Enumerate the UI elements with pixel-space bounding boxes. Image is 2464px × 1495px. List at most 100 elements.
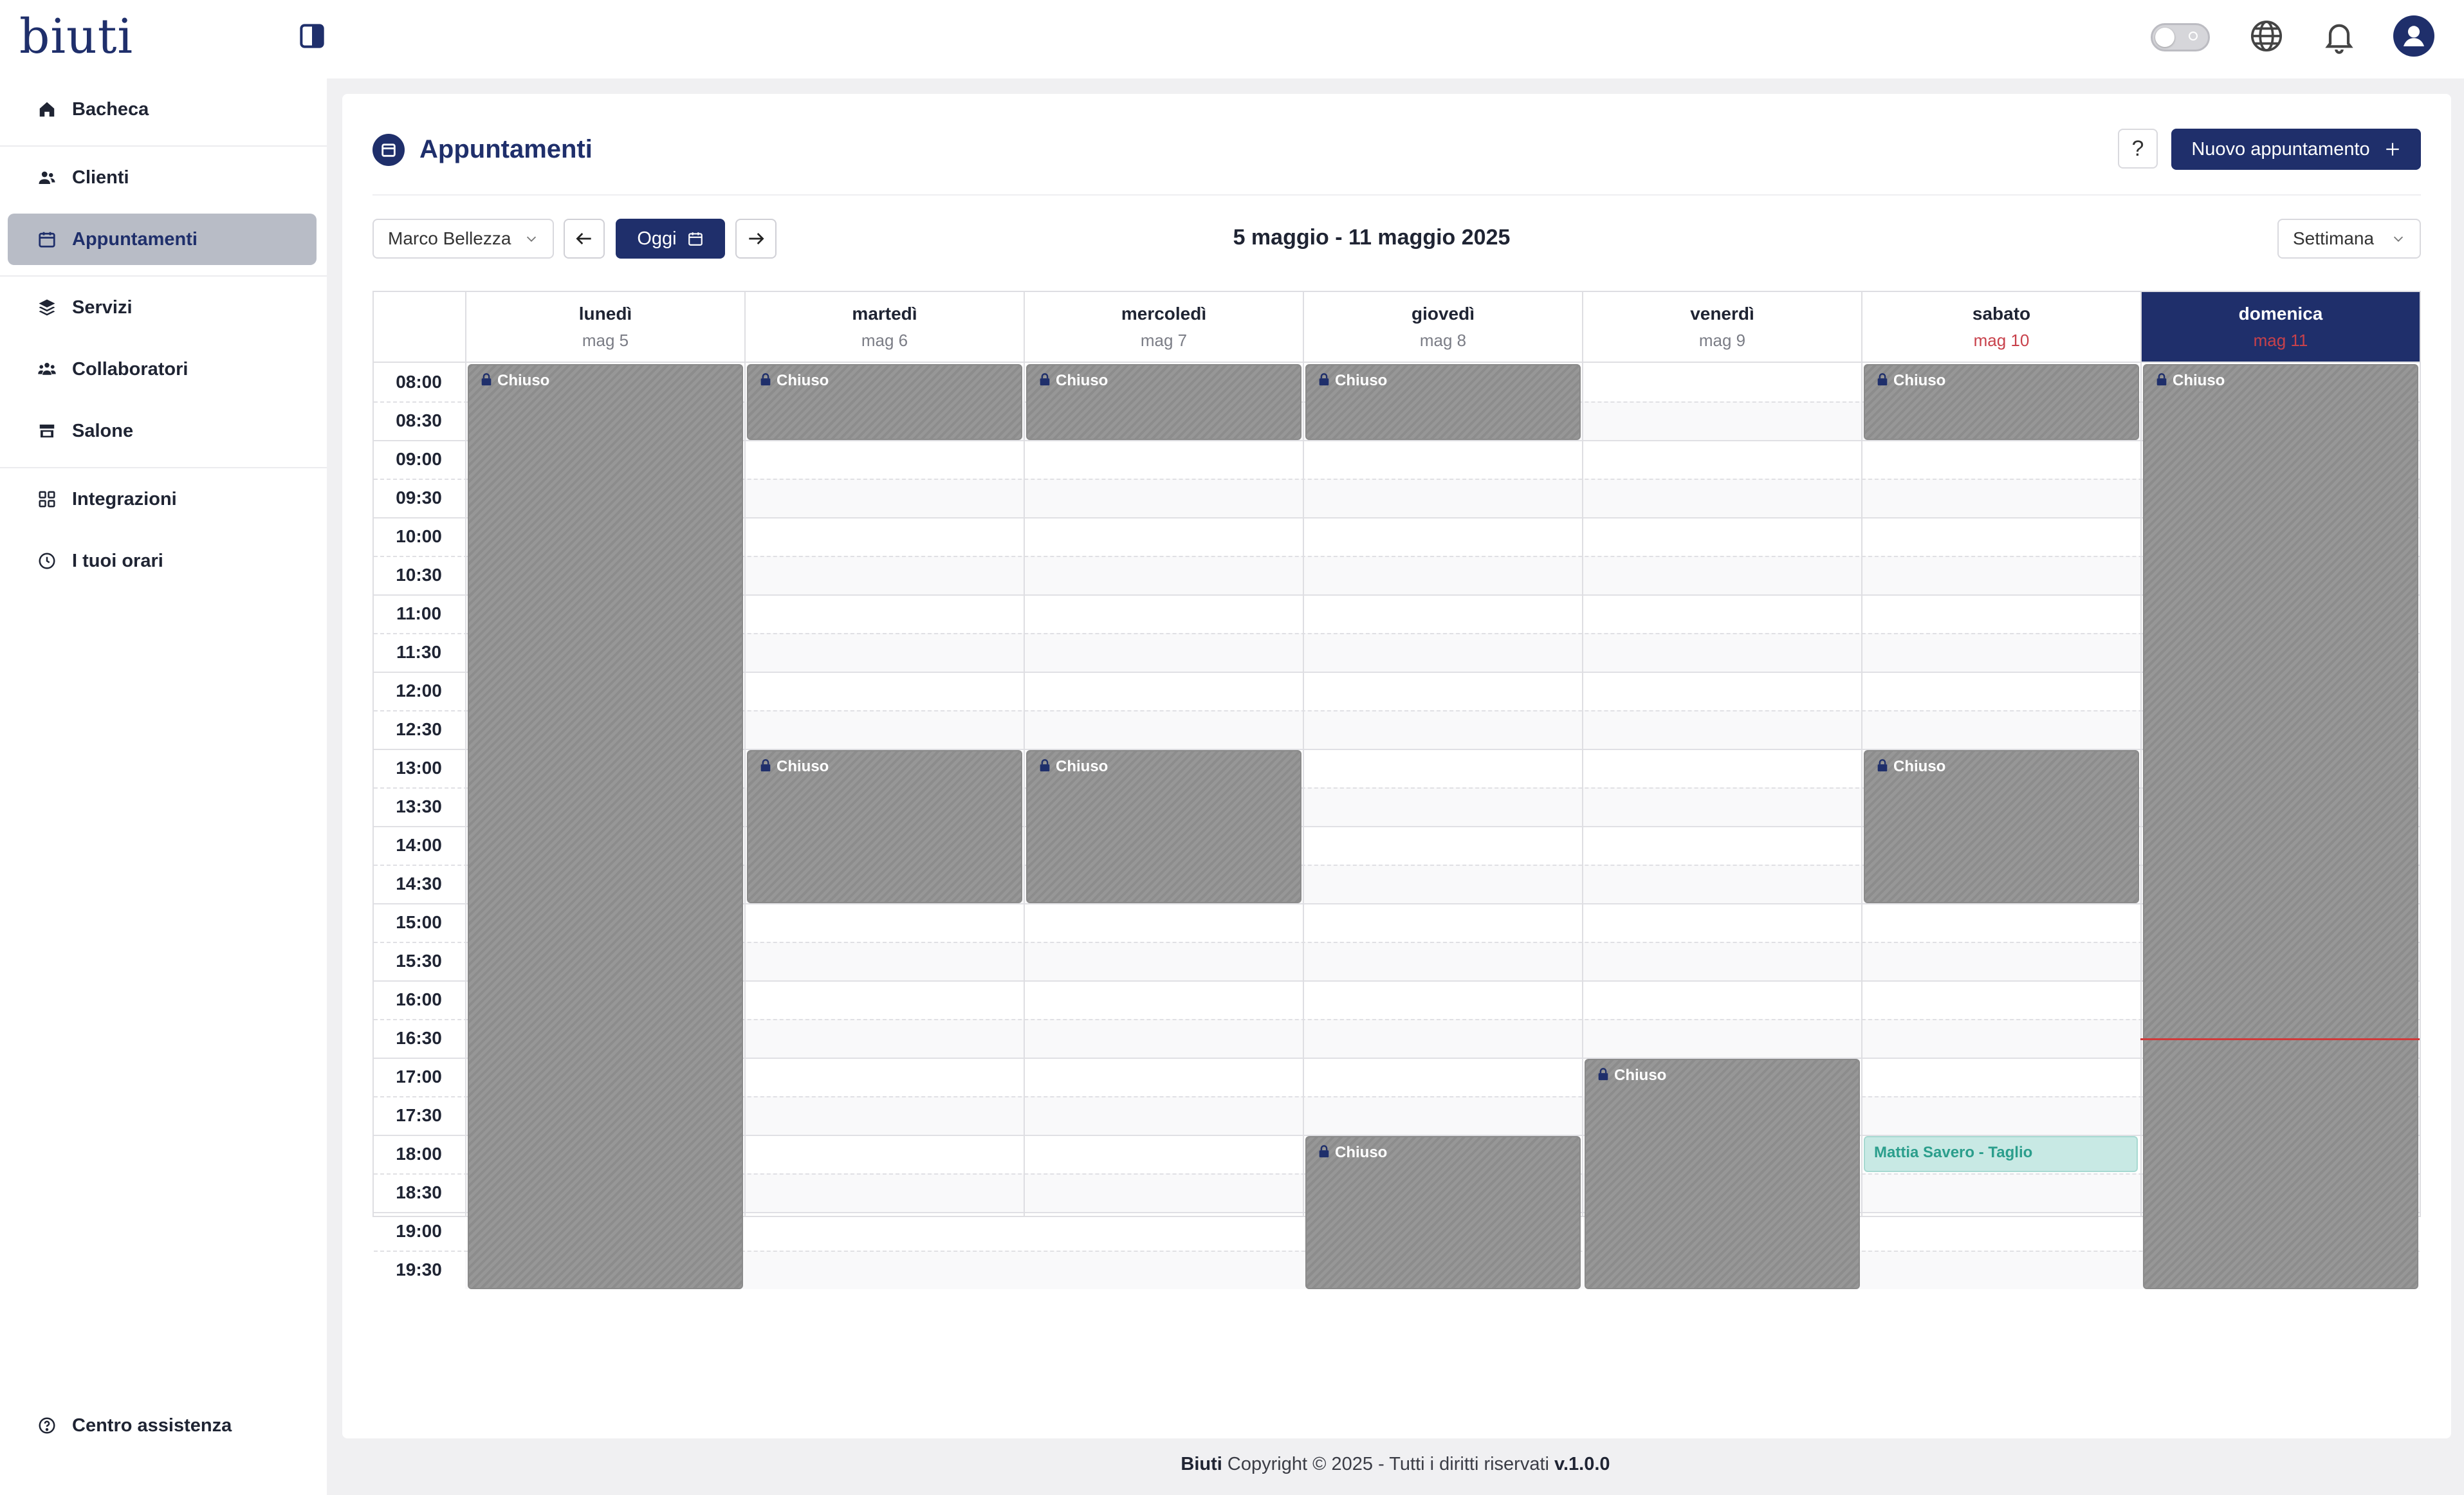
closed-label: Chiuso — [1335, 1144, 1388, 1161]
time-label: 16:30 — [396, 1028, 442, 1048]
closed-block[interactable]: Chiuso — [1305, 1136, 1581, 1289]
closed-block[interactable]: Chiuso — [747, 364, 1022, 440]
time-label: 11:30 — [396, 642, 442, 662]
time-label: 13:00 — [396, 758, 442, 778]
time-label: 18:30 — [396, 1182, 442, 1202]
header-divider — [372, 194, 2421, 196]
sidebar-item-servizi[interactable]: Servizi — [8, 282, 317, 333]
day-header: sabato mag 10 — [1862, 292, 2140, 363]
time-label: 14:30 — [396, 874, 442, 894]
layers-icon — [39, 299, 55, 316]
time-label: 12:00 — [396, 681, 442, 701]
sidebar-item-orari[interactable]: I tuoi orari — [8, 535, 317, 587]
lock-icon — [760, 373, 771, 386]
time-label: 10:30 — [396, 565, 442, 585]
day-date: mag 10 — [1973, 331, 2030, 350]
view-select[interactable]: Settimana — [2277, 219, 2421, 259]
time-column: 08:00 08:30 09:00 09:30 10:00 10:30 11:00 11:30… — [374, 292, 465, 1279]
time-label: 09:30 — [396, 488, 442, 508]
closed-label: Chiuso — [1893, 758, 1946, 775]
user-icon — [2404, 26, 2424, 46]
lock-icon — [1877, 759, 1888, 772]
lock-icon — [1319, 1145, 1329, 1158]
day-name: venerdì — [1690, 304, 1754, 324]
app-logo[interactable]: biuti — [19, 9, 133, 64]
lock-icon — [760, 759, 771, 772]
sidebar: Bacheca Clienti Appuntamenti Servizi Col… — [0, 78, 327, 1495]
time-label: 08:00 — [396, 372, 442, 392]
appointment-event[interactable]: Mattia Savero - Taglio — [1864, 1136, 2138, 1172]
calendar-icon — [382, 143, 396, 157]
appointments-card: Appuntamenti ? Nuovo appuntamento Marco … — [342, 94, 2451, 1438]
plus-icon — [2386, 143, 2399, 156]
arrow-left-icon — [576, 233, 591, 244]
closed-label: Chiuso — [1614, 1067, 1667, 1084]
sidebar-item-collaboratori[interactable]: Collaboratori — [8, 344, 317, 395]
next-week-button[interactable] — [735, 219, 777, 259]
footer-copyright: Copyright © 2025 - Tutti i diritti riser… — [1222, 1454, 1555, 1474]
footer-brand: Biuti — [1181, 1454, 1222, 1474]
closed-block[interactable]: Chiuso — [747, 750, 1022, 903]
prev-week-button[interactable] — [564, 219, 605, 259]
grid-icon — [39, 491, 55, 508]
closed-block[interactable]: Chiuso — [1585, 1059, 1860, 1289]
time-label: 17:30 — [396, 1105, 442, 1125]
theme-toggle[interactable] — [2151, 23, 2210, 51]
lock-icon — [1598, 1068, 1608, 1081]
closed-block[interactable]: Chiuso — [2143, 364, 2418, 1289]
sidebar-item-clienti[interactable]: Clienti — [8, 152, 317, 203]
store-icon — [39, 425, 55, 437]
time-header-corner — [374, 292, 465, 363]
calendar-icon — [39, 232, 55, 248]
staff-select[interactable]: Marco Bellezza — [372, 219, 554, 259]
time-label: 12:30 — [396, 719, 442, 739]
sidebar-item-salone[interactable]: Salone — [8, 405, 317, 457]
closed-block[interactable]: Chiuso — [1026, 750, 1301, 903]
day-name: sabato — [1972, 304, 2031, 324]
time-label: 08:30 — [396, 410, 442, 430]
time-label: 10:00 — [396, 526, 442, 546]
sidebar-item-appuntamenti[interactable]: Appuntamenti — [8, 214, 317, 265]
closed-label: Chiuso — [777, 372, 829, 389]
closed-block[interactable]: Chiuso — [1305, 364, 1581, 440]
day-date: mag 8 — [1419, 331, 1467, 350]
sidebar-item-bacheca[interactable]: Bacheca — [8, 84, 317, 135]
day-header: mercoledì mag 7 — [1025, 292, 1303, 363]
lock-icon — [1040, 759, 1050, 772]
sidebar-item-integrazioni[interactable]: Integrazioni — [8, 473, 317, 525]
sidebar-divider — [0, 275, 327, 277]
closed-block[interactable]: Chiuso — [468, 364, 743, 1289]
sidebar-divider — [0, 467, 327, 468]
time-label: 11:00 — [396, 603, 442, 623]
lock-icon — [1319, 373, 1329, 386]
lock-icon — [2156, 373, 2167, 386]
globe-icon[interactable] — [2248, 18, 2285, 54]
closed-block[interactable]: Chiuso — [1026, 364, 1301, 440]
time-label: 15:00 — [396, 912, 442, 932]
chevron-down-icon — [2393, 236, 2404, 242]
closed-block[interactable]: Chiuso — [1864, 750, 2139, 903]
closed-label: Chiuso — [497, 372, 550, 389]
sidebar-toggle-icon[interactable] — [299, 23, 325, 49]
top-bar: biuti — [0, 0, 2464, 78]
closed-label: Chiuso — [1056, 372, 1108, 389]
day-header: venerdì mag 9 — [1583, 292, 1861, 363]
day-header: martedì mag 6 — [746, 292, 1024, 363]
new-appointment-button[interactable]: Nuovo appuntamento — [2171, 129, 2421, 170]
closed-label: Chiuso — [777, 758, 829, 775]
time-label: 13:30 — [396, 796, 442, 816]
team-icon — [38, 363, 56, 375]
day-header: giovedì mag 8 — [1304, 292, 1582, 363]
day-header: domenica mag 11 — [2142, 292, 2420, 363]
bell-icon[interactable] — [2321, 18, 2357, 54]
day-name: martedì — [852, 304, 917, 324]
help-button[interactable]: ? — [2118, 129, 2158, 169]
sidebar-item-help[interactable]: Centro assistenza — [8, 1400, 317, 1451]
closed-label: Chiuso — [1335, 372, 1388, 389]
time-label: 19:30 — [396, 1260, 442, 1279]
lock-icon — [481, 373, 492, 386]
today-button[interactable]: Oggi — [616, 219, 725, 259]
user-avatar[interactable] — [2393, 15, 2434, 57]
closed-block[interactable]: Chiuso — [1864, 364, 2139, 440]
clock-icon — [39, 553, 55, 569]
